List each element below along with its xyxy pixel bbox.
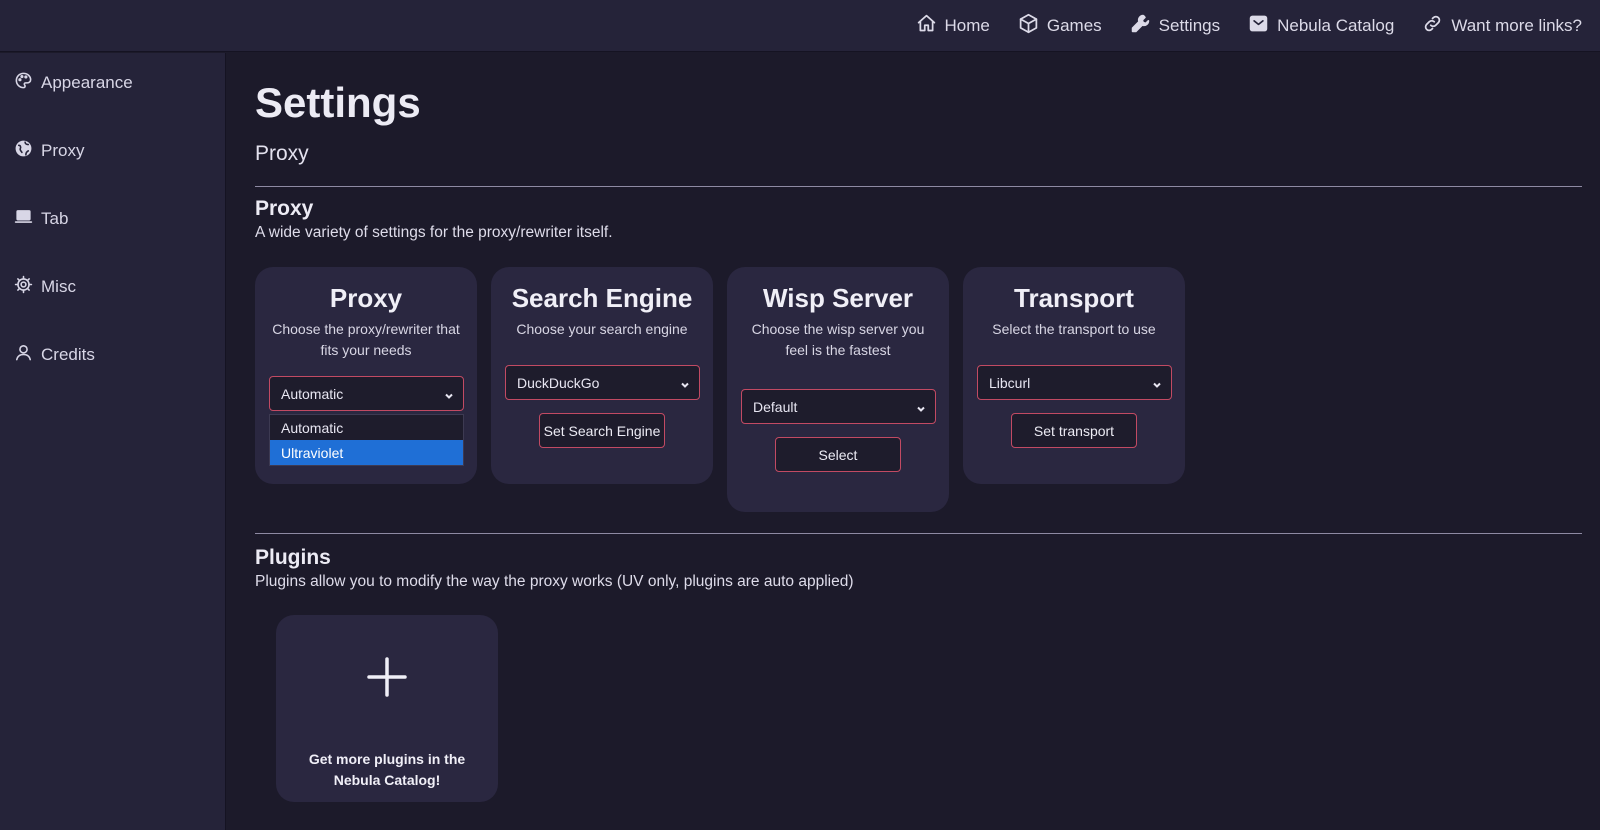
gear-icon xyxy=(14,275,33,299)
page-title: Settings xyxy=(255,79,421,126)
transport-card: Transport Select the transport to use Li… xyxy=(963,267,1185,484)
select-value: Automatic xyxy=(281,386,344,402)
top-nav: Home Games Settings Nebula Catalog Want … xyxy=(0,0,1600,52)
link-icon xyxy=(1422,13,1443,39)
proxy-dropdown: Automatic Ultraviolet xyxy=(269,414,464,466)
globe-icon xyxy=(14,139,33,163)
nav-nebula-catalog[interactable]: Nebula Catalog xyxy=(1248,13,1394,39)
wrench-icon xyxy=(1130,13,1151,39)
proxy-select[interactable]: Automatic xyxy=(269,376,464,411)
chevron-down-icon xyxy=(680,377,690,388)
sidebar-item-label: Credits xyxy=(41,345,95,364)
card-description: Choose your search engine xyxy=(516,321,688,337)
wisp-server-select[interactable]: Default xyxy=(741,389,936,424)
card-title: Wisp Server xyxy=(762,283,914,313)
cube-icon xyxy=(1018,13,1039,39)
sidebar-item-label: Tab xyxy=(41,209,69,228)
set-transport-button[interactable]: Set transport xyxy=(1011,413,1137,448)
transport-select[interactable]: Libcurl xyxy=(977,365,1172,400)
sidebar-item-label: Misc xyxy=(41,277,76,296)
select-wisp-button[interactable]: Select xyxy=(775,437,901,472)
sidebar-item-label: Proxy xyxy=(41,141,85,160)
nav-more-links[interactable]: Want more links? xyxy=(1422,13,1582,39)
proxy-card: Proxy Choose the proxy/rewriter that fit… xyxy=(255,267,477,484)
laptop-icon xyxy=(14,207,33,231)
nebula-catalog-link[interactable]: Nebula Catalog! xyxy=(334,772,441,788)
nav-more-links-label: Want more links? xyxy=(1451,15,1582,35)
catalog-icon xyxy=(1248,13,1269,39)
chevron-down-icon xyxy=(444,388,454,399)
nav-home-label: Home xyxy=(944,15,990,35)
divider xyxy=(255,186,1582,187)
dropdown-option-ultraviolet[interactable]: Ultraviolet xyxy=(270,440,463,465)
plugin-card-text: Get more plugins in the Nebula Catalog! xyxy=(284,749,490,791)
search-engine-select[interactable]: DuckDuckGo xyxy=(505,365,700,400)
sidebar: Appearance Proxy Tab Misc Credits xyxy=(0,53,226,830)
select-value: Libcurl xyxy=(989,375,1031,391)
dropdown-option-automatic[interactable]: Automatic xyxy=(270,415,463,440)
nav-games-label: Games xyxy=(1046,15,1102,35)
page-subtitle: Proxy xyxy=(255,142,309,165)
sidebar-item-credits[interactable]: Credits xyxy=(14,343,95,367)
palette-icon xyxy=(14,71,33,95)
home-icon xyxy=(916,13,937,39)
card-title: Search Engine xyxy=(511,283,693,313)
user-icon xyxy=(14,343,33,367)
card-description: Choose the wisp server you feel is the f… xyxy=(751,321,925,358)
card-description: Choose the proxy/rewriter that fits your… xyxy=(272,321,460,358)
card-description: Select the transport to use xyxy=(992,321,1156,337)
plugins-section-description: Plugins allow you to modify the way the … xyxy=(255,573,854,590)
set-search-engine-button[interactable]: Set Search Engine xyxy=(539,413,665,448)
plugins-section-title: Plugins xyxy=(255,546,331,569)
add-plugin-card[interactable]: Get more plugins in the Nebula Catalog! xyxy=(276,615,498,802)
sidebar-item-appearance[interactable]: Appearance xyxy=(14,71,133,95)
nav-games[interactable]: Games xyxy=(1018,13,1102,39)
select-value: DuckDuckGo xyxy=(517,375,600,391)
select-value: Default xyxy=(753,399,798,415)
plugin-card-text-prefix: Get more plugins in the xyxy=(308,751,466,767)
proxy-section-description: A wide variety of settings for the proxy… xyxy=(255,224,613,241)
nav-home[interactable]: Home xyxy=(916,13,990,39)
sidebar-item-label: Appearance xyxy=(41,73,133,92)
sidebar-item-proxy[interactable]: Proxy xyxy=(14,139,84,163)
chevron-down-icon xyxy=(1152,377,1162,388)
chevron-down-icon xyxy=(916,401,926,412)
divider xyxy=(255,533,1582,534)
nav-settings[interactable]: Settings xyxy=(1130,13,1220,39)
card-title: Proxy xyxy=(329,283,403,313)
plus-icon xyxy=(365,655,409,699)
nav-settings-label: Settings xyxy=(1158,15,1221,35)
nav-nebula-catalog-label: Nebula Catalog xyxy=(1277,15,1395,35)
proxy-section-title: Proxy xyxy=(255,197,314,220)
sidebar-item-misc[interactable]: Misc xyxy=(14,275,76,299)
search-engine-card: Search Engine Choose your search engine … xyxy=(491,267,713,484)
sidebar-item-tab[interactable]: Tab xyxy=(14,207,68,231)
wisp-server-card: Wisp Server Choose the wisp server you f… xyxy=(727,267,949,512)
card-title: Transport xyxy=(1014,283,1134,313)
